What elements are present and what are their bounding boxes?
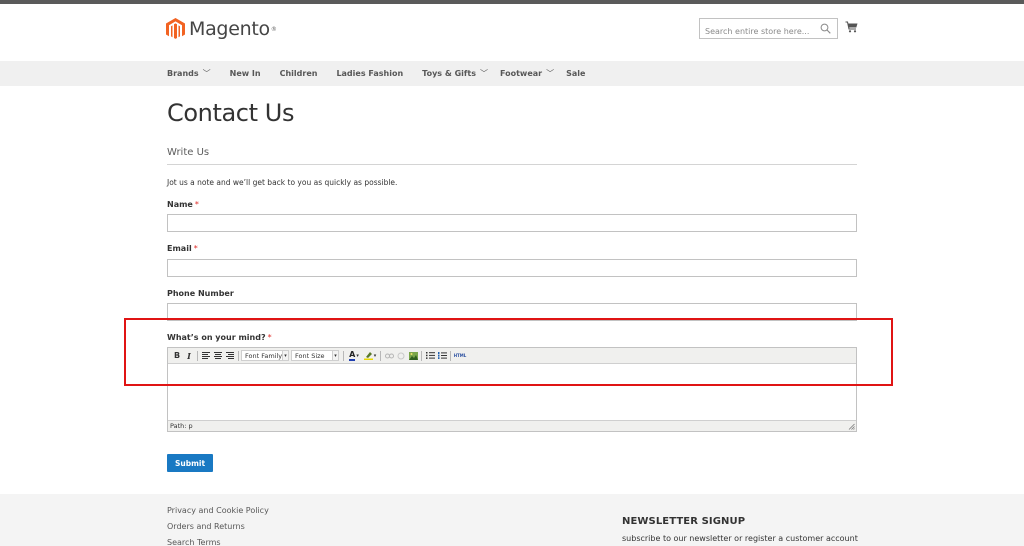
form-legend: Write Us (167, 147, 210, 158)
nav-item-new-in[interactable]: New In (230, 69, 261, 78)
html-source-button[interactable]: HTML (453, 350, 467, 362)
nav-item-label: Children (279, 69, 318, 78)
highlight-color-button[interactable]: ▾ (362, 350, 378, 362)
align-left-icon (202, 352, 210, 359)
link-icon (384, 353, 394, 358)
bullet-list-icon (425, 352, 435, 359)
toolbar-separator (380, 350, 381, 361)
toolbar-separator (197, 350, 198, 361)
legend-divider (167, 164, 857, 165)
align-left-button[interactable] (200, 350, 212, 362)
link-button[interactable] (383, 350, 395, 362)
font-family-select[interactable]: Font Family ▾ (241, 350, 289, 361)
numbered-list-icon (437, 352, 447, 359)
phone-label-text: Phone Number (167, 289, 234, 298)
nav-item-label: Toys & Gifts (422, 69, 476, 78)
logo-trademark: ® (270, 25, 277, 33)
search-input[interactable] (700, 22, 812, 41)
email-label-text: Email (167, 244, 192, 253)
chevron-down-icon: ﹀ (479, 69, 488, 78)
magento-logo-icon (166, 18, 185, 39)
toolbar-separator (421, 350, 422, 361)
cart-icon[interactable] (845, 21, 858, 33)
newsletter-title: NEWSLETTER SIGNUP (622, 516, 746, 527)
font-color-icon: A (349, 349, 356, 361)
comment-label-text: What’s on your mind? (167, 333, 266, 342)
toolbar-separator (238, 350, 239, 361)
italic-button[interactable]: I (183, 350, 195, 362)
font-size-label: Font Size (295, 351, 325, 360)
message-textarea[interactable] (168, 365, 856, 420)
nav-item-label: Footwear (499, 69, 543, 78)
toolbar-separator (343, 350, 344, 361)
email-label: Email * (167, 244, 198, 253)
highlighter-icon (363, 352, 373, 360)
nav-item-toys-gifts[interactable]: Toys & Gifts ﹀ (422, 68, 488, 79)
nav-item-brands[interactable]: Brands ﹀ (167, 68, 211, 79)
nav-item-label: New In (229, 69, 261, 78)
nav-item-footwear[interactable]: Footwear ﹀ (500, 68, 554, 79)
name-label: Name * (167, 200, 199, 209)
chevron-down-icon: ▾ (373, 352, 377, 359)
page-title: Contact Us (167, 99, 295, 127)
bold-button[interactable]: B (171, 350, 183, 362)
align-center-icon (214, 352, 222, 359)
footer-link-privacy[interactable]: Privacy and Cookie Policy (167, 506, 269, 515)
nav-item-sale[interactable]: Sale (566, 69, 585, 78)
numbered-list-button[interactable] (436, 350, 448, 362)
footer-link-search-terms[interactable]: Search Terms (167, 538, 221, 546)
name-field[interactable] (167, 214, 857, 232)
font-family-label: Font Family (245, 351, 283, 360)
chevron-down-icon: ▾ (356, 352, 359, 359)
insert-image-button[interactable] (407, 350, 419, 362)
chevron-down-icon: ▾ (282, 351, 288, 360)
align-right-button[interactable] (224, 350, 236, 362)
required-marker: * (194, 200, 199, 209)
logo-text: Magento (189, 18, 270, 40)
chevron-down-icon: ﹀ (202, 69, 211, 78)
page-footer: Privacy and Cookie Policy Orders and Ret… (0, 494, 1024, 546)
nav-list: Brands ﹀ New In Children Ladies Fashion T… (167, 61, 604, 86)
align-center-button[interactable] (212, 350, 224, 362)
font-size-select[interactable]: Font Size ▾ (291, 350, 339, 361)
nav-item-label: Sale (566, 69, 586, 78)
page-header: Magento ® (0, 4, 1024, 61)
editor-toolbar: B I Font Family ▾ Font Size ▾ A ▾ ▾ HTML (168, 348, 856, 364)
align-right-icon (226, 352, 234, 359)
newsletter-text: subscribe to our newsletter or register … (622, 534, 858, 543)
chevron-down-icon: ﹀ (546, 69, 555, 78)
footer-link-orders-returns[interactable]: Orders and Returns (167, 522, 245, 531)
email-field[interactable] (167, 259, 857, 277)
rich-text-editor: B I Font Family ▾ Font Size ▾ A ▾ ▾ HTML… (167, 347, 857, 432)
anchor-button[interactable] (395, 350, 407, 362)
bullet-list-button[interactable] (424, 350, 436, 362)
nav-item-label: Ladies Fashion (336, 69, 404, 78)
phone-field[interactable] (167, 303, 857, 321)
form-intro-text: Jot us a note and we’ll get back to you … (167, 178, 398, 187)
resize-handle-icon[interactable] (848, 423, 855, 430)
search-icon[interactable] (820, 23, 831, 34)
phone-label: Phone Number (167, 289, 234, 298)
name-label-text: Name (167, 200, 193, 209)
font-color-button[interactable]: A ▾ (346, 350, 362, 362)
anchor-icon (397, 352, 405, 359)
submit-button[interactable]: Submit (167, 454, 213, 472)
nav-item-ladies-fashion[interactable]: Ladies Fashion (336, 69, 403, 78)
required-marker: * (267, 333, 272, 342)
nav-item-children[interactable]: Children (280, 69, 318, 78)
editor-statusbar: Path: p (168, 420, 856, 431)
chevron-down-icon: ▾ (332, 351, 338, 360)
nav-item-label: Brands (167, 69, 199, 78)
image-icon (408, 351, 418, 360)
required-marker: * (193, 244, 198, 253)
main-navigation: Brands ﹀ New In Children Ladies Fashion T… (0, 61, 1024, 86)
editor-path: Path: p (170, 422, 193, 430)
magento-logo[interactable]: Magento ® (166, 18, 277, 40)
comment-label: What’s on your mind? * (167, 333, 272, 342)
toolbar-separator (450, 350, 451, 361)
search-box (699, 18, 838, 41)
